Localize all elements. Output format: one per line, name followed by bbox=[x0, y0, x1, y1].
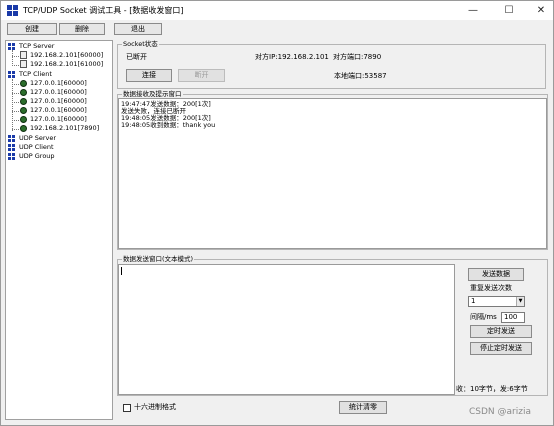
reset-stats-button[interactable]: 统计清零 bbox=[339, 401, 387, 414]
tree-connector bbox=[12, 120, 19, 121]
server-icon bbox=[20, 60, 27, 68]
network-icon bbox=[8, 144, 16, 151]
tree-label: TCP Server bbox=[19, 42, 55, 50]
tree-connector bbox=[12, 111, 19, 112]
server-icon bbox=[20, 51, 27, 59]
network-icon bbox=[8, 153, 16, 160]
interval-input[interactable]: 100 bbox=[501, 312, 525, 323]
send-title: 数据发送窗口(文本模式) bbox=[122, 255, 195, 264]
connection-tree[interactable]: TCP Server 192.168.2.101[60000] 192.168.… bbox=[5, 40, 113, 420]
app-window: TCP/UDP Socket 调试工具 - [数据收发窗口] — ☐ ✕ 创建 … bbox=[0, 0, 554, 426]
hex-format-checkbox[interactable] bbox=[123, 404, 131, 412]
traffic-stats: 收：10字节，发:6字节 bbox=[456, 385, 528, 393]
repeat-count-select[interactable]: 1 ▼ bbox=[468, 296, 525, 307]
text-cursor bbox=[121, 267, 122, 275]
receive-group: 数据接收及提示窗口 19:47:47发送数据：200[1次] 发送失败，连接已断… bbox=[117, 90, 548, 250]
repeat-count-label: 重复发送次数 bbox=[470, 284, 512, 292]
socket-status-group: Socket状态 已断开 对方IP:192.168.2.101 对方端口:789… bbox=[117, 40, 546, 89]
connection-state: 已断开 bbox=[126, 53, 147, 61]
delete-button[interactable]: 删除 bbox=[59, 23, 105, 35]
tree-connector bbox=[12, 93, 19, 94]
tree-label: UDP Client bbox=[19, 143, 54, 151]
tree-label: UDP Group bbox=[19, 152, 55, 160]
disconnect-button[interactable]: 断开 bbox=[178, 69, 225, 82]
title-bar: TCP/UDP Socket 调试工具 - [数据收发窗口] — ☐ ✕ bbox=[1, 1, 553, 20]
tree-connector bbox=[12, 79, 13, 131]
create-button[interactable]: 创建 bbox=[7, 23, 57, 35]
tree-label: 192.168.2.101[61000] bbox=[30, 60, 104, 68]
client-icon bbox=[20, 116, 27, 123]
minimize-button[interactable]: — bbox=[461, 1, 485, 20]
tree-connector bbox=[12, 129, 19, 130]
repeat-count-value: 1 bbox=[471, 297, 476, 305]
tree-connector bbox=[12, 65, 19, 66]
tree-label: 192.168.2.101[7890] bbox=[30, 124, 100, 132]
tree-label: UDP Server bbox=[19, 134, 57, 142]
watermark: CSDN @arizia bbox=[469, 407, 531, 417]
tree-label: 127.0.0.1[60000] bbox=[30, 115, 87, 123]
hex-format-label: 十六进制格式 bbox=[134, 403, 176, 411]
client-icon bbox=[20, 125, 27, 132]
tree-label: 127.0.0.1[60000] bbox=[30, 97, 87, 105]
chevron-down-icon[interactable]: ▼ bbox=[516, 297, 524, 306]
network-icon bbox=[8, 135, 16, 142]
tree-label: 192.168.2.101[60000] bbox=[30, 51, 104, 59]
timed-send-button[interactable]: 定时发送 bbox=[470, 325, 532, 338]
send-text-input[interactable] bbox=[118, 264, 455, 395]
tree-connector bbox=[12, 84, 19, 85]
client-icon bbox=[20, 98, 27, 105]
app-network-icon bbox=[7, 5, 18, 16]
remote-ip: 对方IP:192.168.2.101 bbox=[255, 53, 329, 61]
tree-label: 127.0.0.1[60000] bbox=[30, 88, 87, 96]
tree-connector bbox=[12, 56, 19, 57]
maximize-button[interactable]: ☐ bbox=[497, 1, 521, 20]
send-group: 数据发送窗口(文本模式) 发送数据 重复发送次数 1 ▼ 间隔/ms 100 定… bbox=[117, 255, 548, 396]
socket-status-title: Socket状态 bbox=[122, 40, 159, 49]
tree-label: TCP Client bbox=[19, 70, 52, 78]
window-title: TCP/UDP Socket 调试工具 - [数据收发窗口] bbox=[23, 6, 184, 15]
remote-port: 对方端口:7890 bbox=[333, 53, 382, 61]
client-icon bbox=[20, 89, 27, 96]
interval-label: 间隔/ms bbox=[470, 313, 497, 321]
client-icon bbox=[20, 107, 27, 114]
send-data-button[interactable]: 发送数据 bbox=[468, 268, 524, 281]
tree-connector bbox=[12, 102, 19, 103]
tree-connector bbox=[12, 50, 13, 66]
receive-log[interactable]: 19:47:47发送数据：200[1次] 发送失败，连接已断开 19:48:05… bbox=[118, 98, 547, 249]
exit-button[interactable]: 退出 bbox=[114, 23, 162, 35]
tree-label: 127.0.0.1[60000] bbox=[30, 106, 87, 114]
local-port: 本地端口:53587 bbox=[334, 72, 387, 80]
tree-label: 127.0.0.1[60000] bbox=[30, 79, 87, 87]
stop-timed-send-button[interactable]: 停止定时发送 bbox=[470, 342, 532, 355]
client-icon bbox=[20, 80, 27, 87]
close-button[interactable]: ✕ bbox=[529, 1, 553, 20]
connect-button[interactable]: 连接 bbox=[126, 69, 172, 82]
network-icon bbox=[8, 71, 16, 78]
network-icon bbox=[8, 43, 16, 50]
log-line: 19:48:05收到数据：thank you bbox=[121, 121, 216, 129]
